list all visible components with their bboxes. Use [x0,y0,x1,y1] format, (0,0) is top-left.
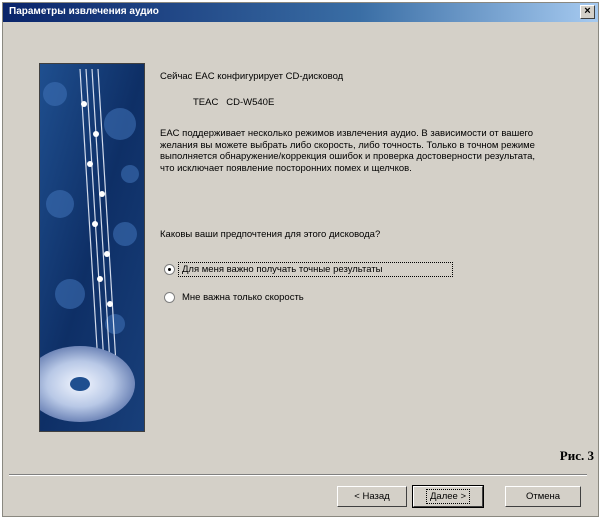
cancel-button[interactable]: Отмена [505,486,581,507]
configuring-text: Сейчас EAC конфигурирует CD-дисковод [160,71,344,82]
figure-caption: Рис. 3 [559,448,594,463]
side-banner-image [39,63,145,432]
next-button-label: Далее > [425,489,470,504]
close-button[interactable]: × [580,5,595,19]
question-text: Каковы ваши предпочтения для этого диско… [160,229,381,240]
title-bar[interactable]: Параметры извлечения аудио × [3,3,598,22]
drive-name: TEAC CD-W540E [193,97,275,108]
back-button[interactable]: < Назад [337,486,407,507]
description-text: EAC поддерживает несколько режимов извле… [160,128,536,174]
cancel-button-label: Отмена [525,491,561,502]
option-accurate-label[interactable]: Для меня важно получать точные результат… [182,264,383,275]
radio-selected-dot [168,268,171,271]
radio-accurate-results[interactable] [164,264,175,275]
radio-speed-only[interactable] [164,292,175,303]
next-button[interactable]: Далее > [412,485,484,508]
option-speed-label[interactable]: Мне важна только скорость [182,292,304,303]
window-title: Параметры извлечения аудио [9,6,159,17]
button-separator [9,474,587,476]
back-button-label: < Назад [354,491,390,502]
